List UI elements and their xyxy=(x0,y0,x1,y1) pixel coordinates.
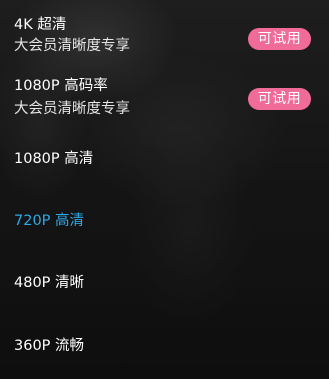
quality-option-1080p[interactable]: 1080P 高清 xyxy=(0,132,329,190)
quality-option-label: 360P 流畅 xyxy=(14,338,85,354)
quality-option-sublabel: 大会员清晰度专享 xyxy=(14,38,130,54)
quality-option-sublabel: 大会员清晰度专享 xyxy=(14,101,130,117)
quality-option-4k[interactable]: 4K 超清 大会员清晰度专享 可试用 xyxy=(0,0,329,72)
quality-option-label: 480P 清晰 xyxy=(14,275,85,291)
quality-option-label: 1080P 高清 xyxy=(14,151,94,167)
quality-option-label: 4K 超清 xyxy=(14,17,67,33)
quality-option-720p[interactable]: 720P 高清 xyxy=(0,190,329,252)
quality-option-1080p-high-bitrate[interactable]: 1080P 高码率 大会员清晰度专享 可试用 xyxy=(0,72,329,132)
trial-badge: 可试用 xyxy=(248,28,311,50)
quality-option-label-selected: 720P 高清 xyxy=(14,213,85,229)
quality-menu-panel: 4K 超清 大会员清晰度专享 可试用 1080P 高码率 大会员清晰度专享 可试… xyxy=(0,0,329,379)
quality-option-label: 1080P 高码率 xyxy=(14,78,108,94)
quality-option-360p[interactable]: 360P 流畅 xyxy=(0,315,329,379)
trial-badge: 可试用 xyxy=(248,88,311,110)
quality-option-480p[interactable]: 480P 清晰 xyxy=(0,252,329,315)
